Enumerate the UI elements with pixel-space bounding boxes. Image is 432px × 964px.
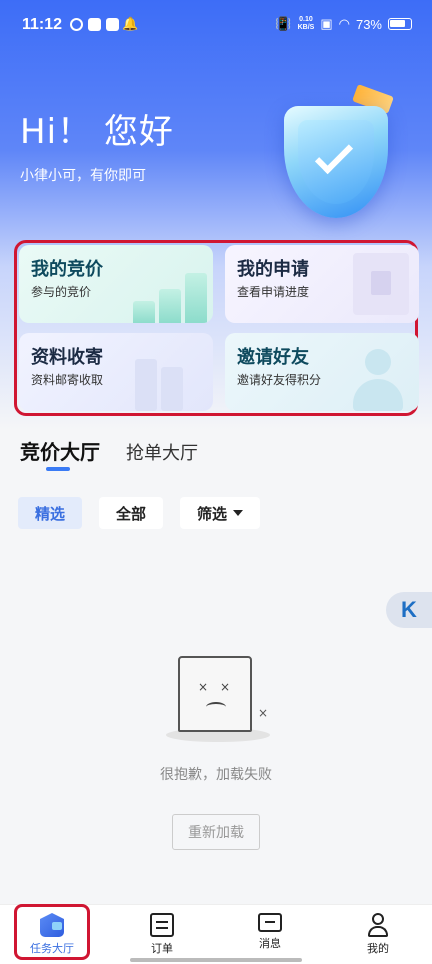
bar-chart-icon	[133, 273, 207, 323]
load-failed-illustration-icon: ×× ×	[164, 648, 272, 742]
nav-orders[interactable]: 订单	[122, 911, 202, 963]
card-invite-friends[interactable]: 邀请好友 邀请好友得积分	[225, 333, 419, 411]
empty-state-message: 很抱歉，加载失败	[160, 767, 272, 783]
nav-highlight-frame	[14, 904, 90, 960]
card-title: 邀请好友	[237, 347, 309, 368]
chip-filter-label: 筛选	[197, 504, 228, 523]
battery-percent: 73%	[355, 16, 382, 32]
filter-chips: 精选 全部 筛选	[18, 497, 261, 529]
card-subtitle: 查看申请进度	[237, 285, 310, 299]
card-my-applications[interactable]: 我的申请 查看申请进度	[225, 245, 419, 323]
app-notification-icon	[88, 18, 101, 31]
card-my-bids[interactable]: 我的竞价 参与的竞价	[19, 245, 213, 323]
status-time: 11:12	[22, 16, 63, 33]
person-icon	[349, 343, 409, 411]
card-subtitle: 资料邮寄收取	[31, 373, 104, 387]
status-bar: 11:12 🔔 📳 0.10 KB/S ▣ ◠ 73%	[0, 0, 432, 52]
tab-order-grab-hall[interactable]: 抢单大厅	[126, 439, 198, 465]
card-title: 资料收寄	[31, 347, 103, 368]
nav-messages[interactable]: 消息	[230, 911, 310, 963]
greeting-subtitle: 小律小可，有你即可	[20, 168, 146, 184]
vibrate-icon: 📳	[275, 16, 292, 31]
chip-all[interactable]: 全部	[99, 497, 164, 529]
battery-icon	[388, 18, 412, 30]
card-title: 我的申请	[237, 259, 309, 280]
document-icon	[353, 253, 409, 315]
tab-bidding-hall[interactable]: 竞价大厅	[20, 436, 100, 465]
quick-actions-grid: 我的竞价 参与的竞价 我的申请 查看申请进度 资料收寄 资料邮寄收取 邀请好友 …	[14, 240, 419, 416]
books-icon	[135, 353, 195, 411]
shield-illustration-icon	[280, 84, 400, 218]
card-subtitle: 邀请好友得积分	[237, 373, 322, 387]
sync-icon	[70, 18, 83, 31]
logo-icon: K	[401, 597, 417, 622]
message-icon	[258, 913, 282, 932]
order-icon	[150, 913, 174, 937]
nav-label: 订单	[151, 942, 173, 955]
caret-down-icon	[233, 510, 244, 516]
chip-selected[interactable]: 精选	[18, 497, 83, 529]
nav-label: 我的	[367, 942, 389, 955]
card-subtitle: 参与的竞价	[31, 285, 92, 299]
card-document-mailing[interactable]: 资料收寄 资料邮寄收取	[19, 333, 213, 411]
network-speed: 0.10 KB/S	[297, 16, 315, 31]
card-title: 我的竞价	[31, 259, 103, 280]
nav-label: 消息	[259, 937, 281, 950]
sim-icon: ▣	[320, 16, 333, 31]
greeting-title: Hi！ 您好	[20, 112, 174, 152]
bell-icon: 🔔	[122, 17, 139, 32]
wifi-icon: ◠	[338, 16, 350, 31]
home-indicator	[130, 958, 302, 962]
floating-logo-button[interactable]: K	[386, 592, 432, 628]
chip-filter[interactable]: 筛选	[180, 497, 261, 529]
tab-indicator	[46, 467, 70, 471]
reload-button[interactable]: 重新加载	[172, 814, 260, 850]
hall-tabs: 竞价大厅 抢单大厅	[20, 436, 198, 465]
profile-icon	[366, 913, 390, 937]
mail-notification-icon	[106, 18, 119, 31]
nav-profile[interactable]: 我的	[338, 911, 418, 963]
